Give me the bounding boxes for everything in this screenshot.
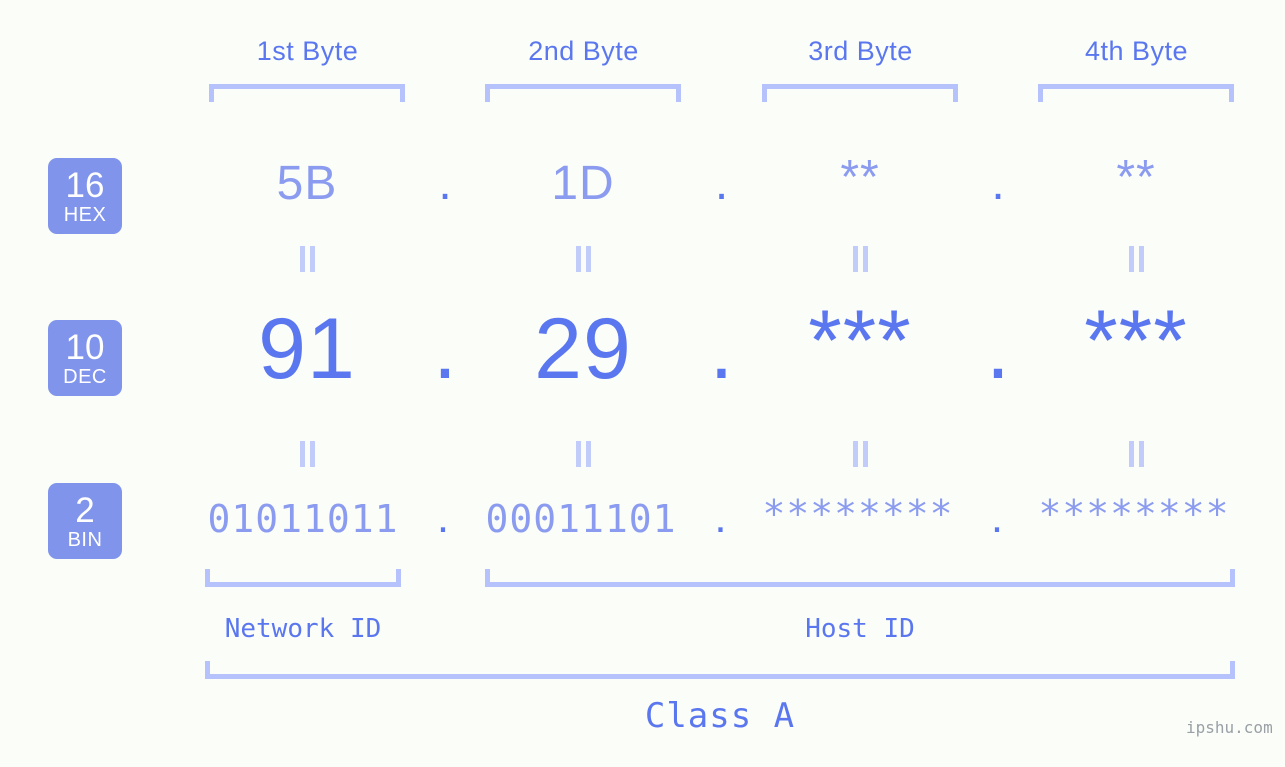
bin-byte-value-4: ******** (1038, 492, 1230, 536)
dec-dot-separator-2: . (709, 301, 734, 397)
hex-dot-separator-3: . (991, 157, 1005, 210)
equals-separator-hex-dec-4 (1125, 246, 1147, 272)
equals-separator-hex-dec-3 (849, 246, 871, 272)
class-bracket (205, 661, 1235, 679)
dec-dot-separator-1: . (433, 301, 457, 397)
equals-separator-dec-bin-2 (572, 441, 594, 467)
radix-badge-hex-number: 16 (65, 165, 105, 205)
radix-badge-bin: 2 BIN (48, 483, 122, 559)
radix-badge-dec-name: DEC (63, 365, 107, 388)
byte-column-header-4: 4th Byte (1084, 36, 1189, 66)
radix-badge-hex-name: HEX (63, 203, 107, 226)
bin-dot-separator-2: . (714, 493, 727, 542)
equals-separator-dec-bin-1 (296, 441, 318, 467)
host-id-bracket (485, 569, 1235, 587)
dec-byte-value-3: *** (808, 293, 912, 389)
ip-class-label: Class A (644, 696, 796, 736)
network-id-label: Network ID (224, 614, 382, 644)
radix-badge-bin-number: 2 (75, 490, 95, 530)
byte-column-header-3: 3rd Byte (808, 36, 913, 66)
dec-byte-value-2: 29 (534, 301, 632, 397)
byte-bracket-top-1 (209, 84, 405, 102)
host-id-label: Host ID (805, 614, 915, 644)
hex-byte-value-3: ** (840, 151, 880, 204)
bin-dot-separator-1: . (436, 493, 450, 542)
site-watermark: ipshu.com (1186, 718, 1273, 737)
hex-byte-value-1: 5B (276, 157, 338, 210)
byte-bracket-top-4 (1038, 84, 1234, 102)
network-id-bracket (205, 569, 401, 587)
byte-bracket-top-3 (762, 84, 958, 102)
byte-column-header-1: 1st Byte (256, 36, 359, 66)
radix-badge-dec: 10 DEC (48, 320, 122, 396)
byte-column-header-2: 2nd Byte (528, 36, 639, 66)
equals-separator-dec-bin-3 (849, 441, 871, 467)
bin-byte-value-1: 01011011 (207, 497, 399, 541)
hex-byte-value-2: 1D (551, 157, 615, 210)
hex-byte-value-4: ** (1116, 151, 1156, 204)
hex-dot-separator-2: . (714, 157, 729, 210)
radix-badge-bin-name: BIN (67, 528, 103, 551)
bin-dot-separator-3: . (990, 493, 1004, 542)
dec-dot-separator-3: . (986, 301, 1010, 397)
bin-byte-value-3: ******** (762, 492, 954, 536)
radix-badge-dec-number: 10 (65, 327, 105, 367)
bin-byte-value-2: 00011101 (485, 497, 677, 541)
equals-separator-hex-dec-2 (572, 246, 594, 272)
equals-separator-dec-bin-4 (1125, 441, 1147, 467)
equals-separator-hex-dec-1 (296, 246, 318, 272)
hex-dot-separator-1: . (438, 157, 452, 210)
radix-badge-hex: 16 HEX (48, 158, 122, 234)
dec-byte-value-4: *** (1084, 293, 1188, 389)
byte-bracket-top-2 (485, 84, 681, 102)
dec-byte-value-1: 91 (258, 301, 356, 397)
ip-address-breakdown-diagram: 1st Byte 2nd Byte 3rd Byte 4th Byte 16 H… (0, 0, 1285, 767)
